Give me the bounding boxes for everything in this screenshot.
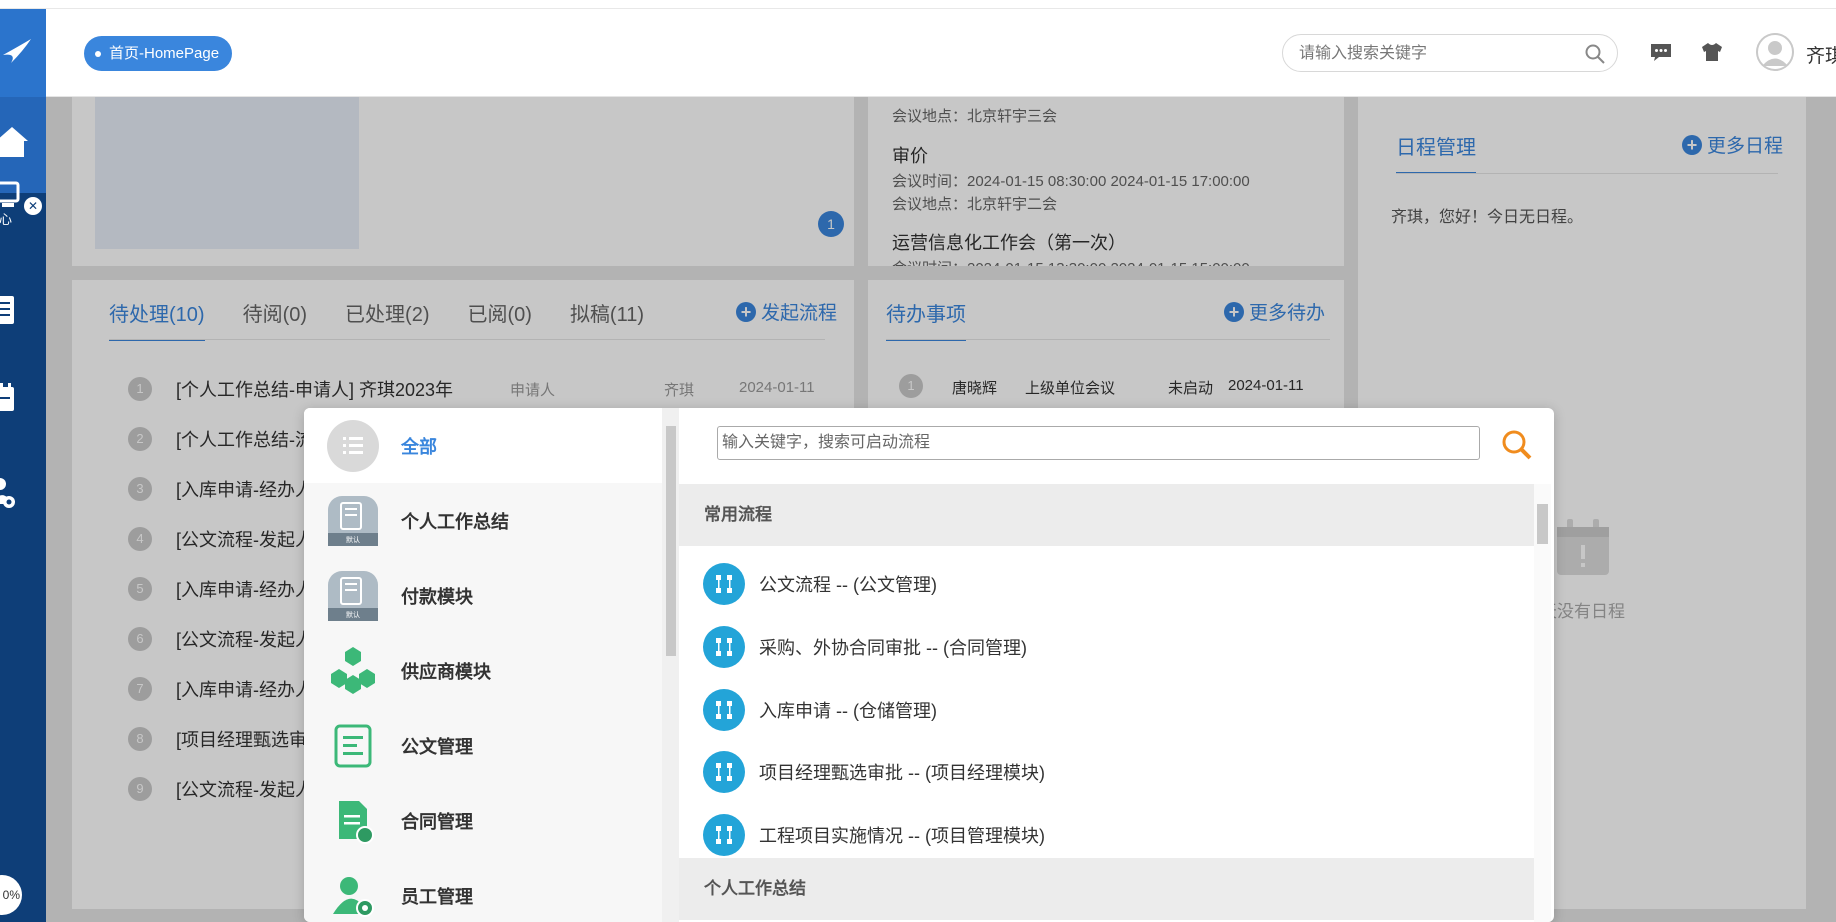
flow-item[interactable]: 工程项目实施情况 -- (项目管理模块) 启动: [679, 803, 1534, 866]
logo-icon: [3, 39, 31, 63]
process-search-input[interactable]: [722, 432, 1462, 454]
search-icon[interactable]: [1500, 428, 1534, 462]
section-header: 常用流程: [679, 484, 1534, 546]
flow-icon: [703, 750, 745, 793]
flow-label: 项目经理甄选审批 -- (项目经理模块): [759, 762, 1045, 783]
sidebar-logo[interactable]: [0, 9, 46, 97]
sidebar-item-settings[interactable]: [0, 474, 46, 510]
category-scrollbar[interactable]: [662, 408, 679, 922]
category-item-documents[interactable]: 公文管理: [304, 708, 662, 783]
category-item-contracts[interactable]: 合同管理: [304, 783, 662, 858]
flow-item[interactable]: 采购、外协合同审批 -- (合同管理) 启动: [679, 615, 1534, 678]
tab-dot-icon: [95, 50, 101, 57]
calendar-icon: [0, 383, 14, 411]
sidebar-item-label: 中心: [0, 212, 13, 227]
flow-label: 工程项目实施情况 -- (项目管理模块): [759, 825, 1045, 846]
sidebar-item-documents[interactable]: [0, 294, 46, 328]
category-item-all[interactable]: 全部: [304, 408, 662, 483]
default-badge: 默认: [346, 535, 360, 544]
search-input[interactable]: [1299, 43, 1569, 65]
flow-scrollbar[interactable]: [1534, 484, 1551, 922]
flow-icon: [703, 625, 745, 668]
category-item-payment[interactable]: 默认 付款模块: [304, 558, 662, 633]
contract-icon: [327, 795, 379, 847]
category-label: 供应商模块: [401, 661, 491, 682]
cubes-icon: [327, 645, 379, 697]
flow-label: 采购、外协合同审批 -- (合同管理): [759, 637, 1027, 658]
flow-label: 入库申请 -- (仓储管理): [759, 700, 937, 721]
zoom-indicator[interactable]: 0%: [0, 875, 22, 915]
scrollbar-thumb[interactable]: [1537, 504, 1548, 544]
top-header: 首页-HomePage 齐琪: [46, 9, 1836, 97]
category-label: 全部: [401, 436, 437, 457]
avatar[interactable]: [1756, 33, 1794, 71]
default-badge: 默认: [346, 610, 360, 619]
global-search: [1282, 34, 1618, 72]
close-tab-icon[interactable]: ✕: [24, 197, 42, 215]
home-icon: [0, 127, 28, 157]
scrollbar-thumb[interactable]: [666, 426, 676, 656]
flow-item[interactable]: 公文流程 -- (公文管理) 启动: [679, 552, 1534, 615]
sidebar-item-calendar[interactable]: [0, 381, 46, 415]
employee-icon: [327, 870, 379, 922]
document-icon: [327, 720, 379, 772]
start-process-dialog: 全部 默认 个人工作总结 默认 付款模块 供应商模块 公文管理 合同管理 员工管…: [304, 408, 1554, 922]
flow-item[interactable]: 项目经理甄选审批 -- (项目经理模块) 启动: [679, 740, 1534, 803]
category-item-supplier[interactable]: 供应商模块: [304, 633, 662, 708]
category-label: 合同管理: [401, 811, 473, 832]
process-search: [717, 426, 1480, 460]
user-avatar-icon: [1756, 33, 1794, 71]
category-label: 付款模块: [401, 586, 473, 607]
document-icon: [0, 296, 14, 324]
message-icon[interactable]: [1650, 42, 1672, 62]
user-name[interactable]: 齐琪: [1806, 41, 1836, 68]
category-item-employees[interactable]: 员工管理: [304, 858, 662, 922]
list-icon: [327, 419, 379, 472]
flow-icon: [703, 562, 745, 605]
sidebar: 中心 ✕ 0%: [0, 9, 46, 922]
flow-label: 公文流程 -- (公文管理): [759, 574, 937, 595]
category-label: 员工管理: [401, 886, 473, 907]
category-item-personal-summary[interactable]: 默认 个人工作总结: [304, 483, 662, 558]
settings-icon: [0, 478, 15, 508]
tab-home[interactable]: 首页-HomePage: [84, 36, 233, 71]
window-top-edge: [0, 0, 1836, 9]
default-module-icon: 默认: [327, 570, 379, 622]
shirt-icon[interactable]: [1701, 42, 1723, 62]
tab-home-label: 首页-HomePage: [109, 45, 220, 62]
search-icon[interactable]: [1585, 44, 1605, 64]
category-list: 全部 默认 个人工作总结 默认 付款模块 供应商模块 公文管理 合同管理 员工管…: [304, 408, 679, 922]
flow-icon: [703, 813, 745, 856]
flow-icon: [703, 688, 745, 731]
category-label: 公文管理: [401, 736, 473, 757]
flow-item[interactable]: 入库申请 -- (仓储管理) 启动: [679, 678, 1534, 741]
category-label: 个人工作总结: [401, 511, 509, 532]
section-header: 个人工作总结: [679, 858, 1534, 920]
default-module-icon: 默认: [327, 495, 379, 547]
